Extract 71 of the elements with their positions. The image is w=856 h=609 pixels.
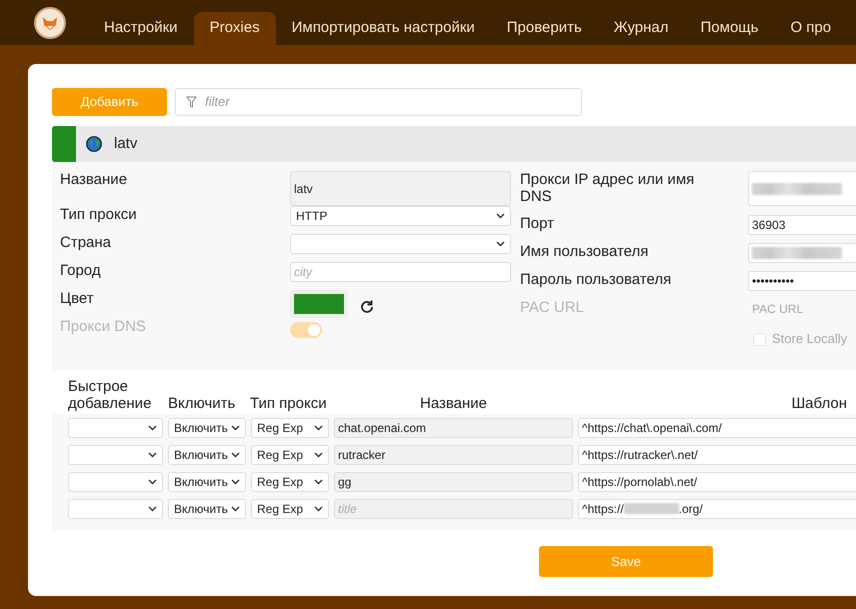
type-select[interactable]: Reg Exp [251, 418, 329, 438]
caret-icon [231, 506, 240, 512]
field-label: Имя пользователя [520, 243, 650, 260]
type-select[interactable]: Reg Exp [251, 498, 329, 518]
type-select[interactable]: Reg Exp [251, 472, 329, 492]
quick-add-select[interactable] [68, 418, 163, 438]
globe-icon [86, 136, 102, 152]
include-select[interactable]: Включить [168, 498, 246, 518]
caret-icon [314, 506, 323, 512]
title-field[interactable]: gg [334, 472, 573, 492]
column-header: Быстрое добавление [68, 378, 152, 412]
pattern-field[interactable]: ^https://pornolab\.net/ [578, 472, 856, 492]
include-select[interactable]: Включить [168, 418, 246, 438]
field-label: Название [60, 171, 128, 188]
field-label: Цвет [60, 290, 95, 307]
field-label: Пароль пользователя [520, 271, 672, 288]
caret-icon [496, 241, 505, 247]
nav-tab[interactable]: Помощь [684, 12, 774, 45]
nav-tab[interactable]: Импортировать настройки [276, 12, 491, 45]
nav-tab[interactable]: О про [774, 12, 848, 45]
column-header: Шаблон [790, 395, 847, 412]
caret-icon [314, 424, 323, 430]
field-label: PAC URL [520, 299, 585, 316]
fox-logo-icon [34, 6, 66, 38]
field-label: Порт [520, 215, 556, 232]
pattern-field[interactable]: ^https://chat\.openai\.com/ [578, 418, 856, 438]
quick-add-select[interactable] [68, 472, 163, 492]
caret-icon [496, 213, 505, 219]
input-field[interactable] [748, 243, 856, 263]
checkbox-label: Store Locally [772, 330, 848, 348]
pattern-field[interactable]: ^https:// .org/ [578, 498, 856, 518]
caret-icon [148, 478, 157, 484]
name-field[interactable]: latv [290, 171, 511, 206]
input-field[interactable]: •••••••••• [748, 271, 856, 291]
refresh-icon[interactable] [358, 298, 376, 316]
caret-icon [231, 478, 240, 484]
select-field[interactable]: HTTP [290, 206, 511, 226]
nav-tab[interactable]: Proxies [194, 12, 276, 45]
input-field[interactable] [748, 171, 856, 206]
nav-tab[interactable]: Журнал [598, 12, 685, 45]
caret-icon [314, 452, 323, 458]
column-header: Название [418, 395, 488, 412]
color-swatch[interactable] [290, 290, 348, 318]
select-field[interactable] [290, 234, 511, 254]
field-label: Прокси DNS [60, 318, 147, 335]
caret-icon [148, 452, 157, 458]
column-header: Тип прокси [250, 395, 328, 412]
field-label: Тип прокси [60, 206, 138, 223]
include-select[interactable]: Включить [168, 472, 246, 492]
caret-icon [231, 424, 240, 430]
input-field[interactable]: 36903 [748, 215, 856, 235]
field-label: Прокси IP адрес или имя DNS [520, 171, 696, 205]
column-header: Включить [168, 395, 236, 412]
nav-tab[interactable]: Проверить [490, 12, 598, 45]
proxy-header[interactable]: latv [52, 126, 856, 162]
nav-tab[interactable]: Настройки [88, 12, 194, 45]
caret-icon [148, 424, 157, 430]
quick-add-select[interactable] [68, 444, 163, 464]
caret-icon [314, 478, 323, 484]
field-label: Город [60, 262, 102, 279]
filter-icon [186, 96, 197, 108]
caret-icon [148, 506, 157, 512]
include-select[interactable]: Включить [168, 444, 246, 464]
title-field[interactable]: rutracker [334, 444, 573, 464]
field-label: Страна [60, 234, 112, 251]
title-field[interactable]: chat.openai.com [334, 418, 573, 438]
pattern-field[interactable]: ^https://rutracker\.net/ [578, 444, 856, 464]
caret-icon [231, 452, 240, 458]
proxy-title: latv [114, 134, 138, 154]
quick-add-select[interactable] [68, 498, 163, 518]
type-select[interactable]: Reg Exp [251, 444, 329, 464]
